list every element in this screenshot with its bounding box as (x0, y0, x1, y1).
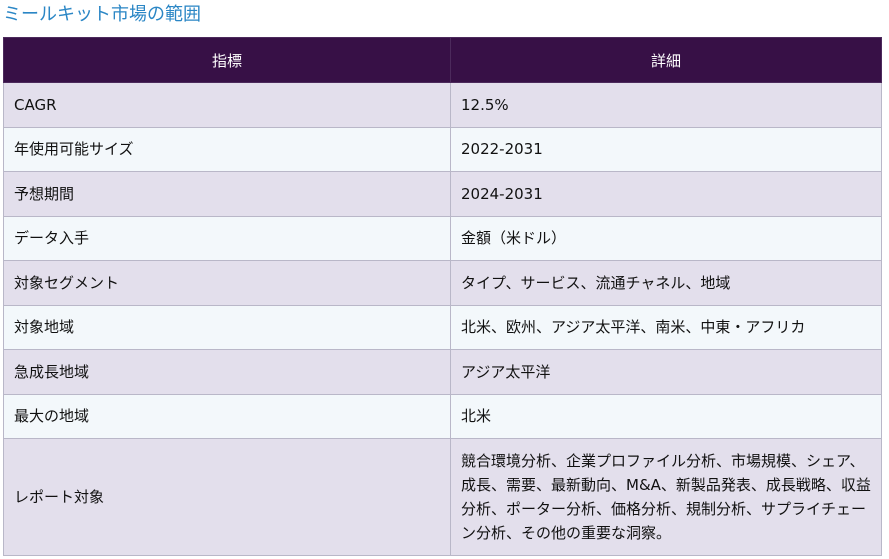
row-metric: 年使用可能サイズ (3, 126, 451, 172)
header-metric: 指標 (3, 37, 451, 83)
row-detail: 2024-2031 (450, 171, 882, 217)
row-detail: 金額（米ドル） (450, 215, 882, 261)
row-detail: 北米、欧州、アジア太平洋、南米、中東・アフリカ (450, 304, 882, 350)
table-header-row: 指標 詳細 (3, 37, 882, 83)
row-detail: タイプ、サービス、流通チャネル、地域 (450, 260, 882, 306)
table-row: データ入手 金額（米ドル） (3, 215, 882, 261)
row-metric: 最大の地域 (3, 393, 451, 439)
row-metric: 予想期間 (3, 171, 451, 217)
table-row: 急成長地域 アジア太平洋 (3, 349, 882, 395)
table-row: 対象セグメント タイプ、サービス、流通チャネル、地域 (3, 260, 882, 306)
table-row: 対象地域 北米、欧州、アジア太平洋、南米、中東・アフリカ (3, 304, 882, 350)
table-row: 予想期間 2024-2031 (3, 171, 882, 217)
page-title: ミールキット市場の範囲 (3, 4, 201, 25)
table-row: CAGR 12.5% (3, 82, 882, 128)
row-detail: 北米 (450, 393, 882, 439)
market-scope-table: 指標 詳細 CAGR 12.5% 年使用可能サイズ 2022-2031 予想期間… (3, 37, 882, 556)
row-detail: 競合環境分析、企業プロファイル分析、市場規模、シェア、成長、需要、最新動向、M&… (450, 438, 882, 556)
header-detail: 詳細 (450, 37, 882, 83)
row-detail: 2022-2031 (450, 126, 882, 172)
row-metric: 対象地域 (3, 304, 451, 350)
table-row: 年使用可能サイズ 2022-2031 (3, 126, 882, 172)
row-metric: 対象セグメント (3, 260, 451, 306)
row-detail: アジア太平洋 (450, 349, 882, 395)
table-row: レポート対象 競合環境分析、企業プロファイル分析、市場規模、シェア、成長、需要、… (3, 438, 882, 556)
row-detail: 12.5% (450, 82, 882, 128)
table-row: 最大の地域 北米 (3, 393, 882, 439)
row-metric: CAGR (3, 82, 451, 128)
row-metric: データ入手 (3, 215, 451, 261)
row-metric: 急成長地域 (3, 349, 451, 395)
row-metric: レポート対象 (3, 438, 451, 556)
